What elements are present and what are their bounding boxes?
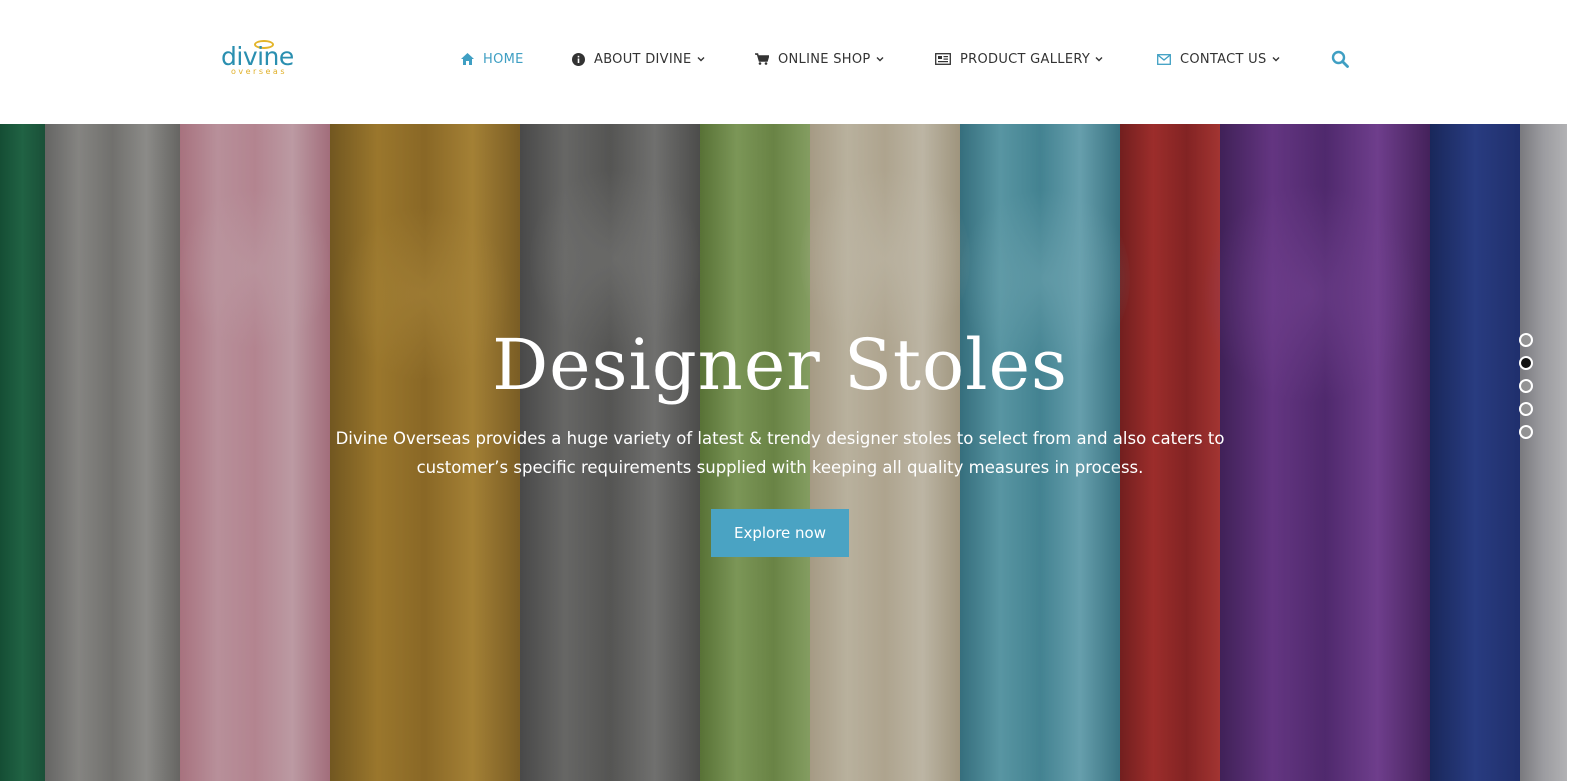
nav-item-online-shop[interactable]: ONLINE SHOP bbox=[755, 48, 884, 70]
slider-dot-3[interactable] bbox=[1519, 379, 1533, 393]
slider-dot-2[interactable] bbox=[1519, 356, 1533, 370]
chevron-down-icon bbox=[1272, 56, 1280, 62]
nav-item-label: PRODUCT GALLERY bbox=[960, 51, 1091, 67]
nav-item-label: HOME bbox=[483, 51, 524, 67]
hero-description-line-2: customer’s specific requirements supplie… bbox=[416, 458, 1144, 477]
nav-item-label: ONLINE SHOP bbox=[778, 51, 871, 67]
nav-item-home[interactable]: HOME bbox=[460, 48, 524, 70]
chevron-down-icon bbox=[876, 56, 884, 62]
site-header: divine overseas HOME ABOUT DIVINE ONLINE… bbox=[0, 0, 1567, 124]
hero-title: Designer Stoles bbox=[492, 324, 1068, 406]
nav-item-product-gallery[interactable]: PRODUCT GALLERY bbox=[934, 48, 1103, 70]
nav-item-contact-us[interactable]: CONTACT US bbox=[1157, 48, 1280, 70]
info-icon bbox=[571, 52, 585, 66]
hero-slider: Designer Stoles Divine Overseas provides… bbox=[0, 124, 1567, 781]
slider-dot-4[interactable] bbox=[1519, 402, 1533, 416]
hero-description-line-1: Divine Overseas provides a huge variety … bbox=[335, 429, 1225, 448]
chevron-down-icon bbox=[1095, 56, 1103, 62]
nav-item-label: ABOUT DIVINE bbox=[594, 51, 692, 67]
search-button[interactable] bbox=[1331, 50, 1351, 70]
mail-icon bbox=[1157, 52, 1171, 66]
gallery-icon bbox=[934, 52, 951, 66]
nav-item-about-divine[interactable]: ABOUT DIVINE bbox=[571, 48, 705, 70]
site-logo[interactable]: divine overseas bbox=[203, 20, 315, 96]
slider-dot-5[interactable] bbox=[1519, 425, 1533, 439]
cart-icon bbox=[755, 52, 769, 66]
nav-item-label: CONTACT US bbox=[1180, 51, 1267, 67]
explore-now-button[interactable]: Explore now bbox=[711, 509, 849, 557]
chevron-down-icon bbox=[697, 56, 705, 62]
logo-subtitle: overseas bbox=[231, 67, 287, 76]
slider-dot-1[interactable] bbox=[1519, 333, 1533, 347]
hero-description: Divine Overseas provides a huge variety … bbox=[320, 424, 1240, 482]
home-icon bbox=[460, 52, 474, 66]
search-icon bbox=[1331, 50, 1349, 72]
